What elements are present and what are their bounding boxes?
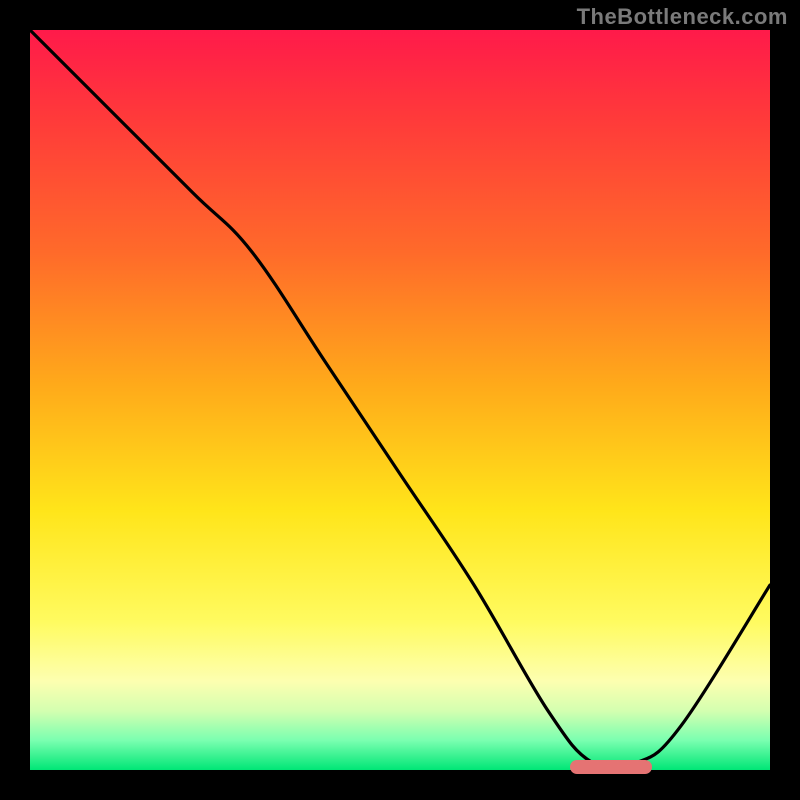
optimal-range-marker: [570, 760, 651, 774]
watermark-text: TheBottleneck.com: [577, 4, 788, 30]
chart-container: TheBottleneck.com: [0, 0, 800, 800]
bottleneck-curve: [30, 30, 770, 769]
plot-area: [30, 30, 770, 770]
curve-svg: [30, 30, 770, 770]
